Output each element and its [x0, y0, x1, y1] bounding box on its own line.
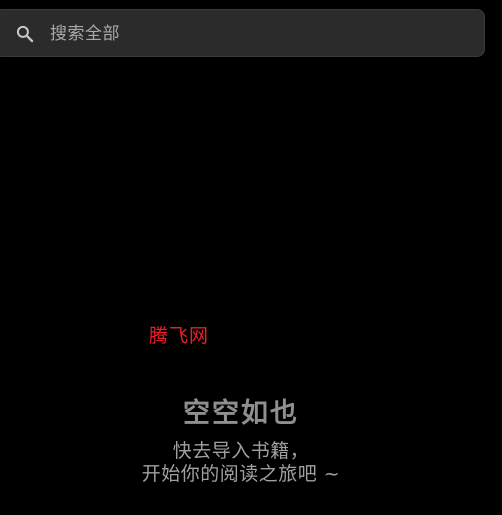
- empty-state-message-line-2: 开始你的阅读之旅吧 ~: [141, 463, 341, 485]
- search-bar[interactable]: 搜索全部: [0, 9, 485, 57]
- watermark-text: 腾飞网: [149, 325, 210, 347]
- search-icon: [16, 25, 34, 43]
- search-placeholder[interactable]: 搜索全部: [50, 22, 120, 46]
- library-page: 搜索全部 腾飞网 空空如也 快去导入书籍， 开始你的阅读之旅吧 ~: [0, 0, 502, 515]
- empty-state-title: 空空如也: [183, 398, 299, 429]
